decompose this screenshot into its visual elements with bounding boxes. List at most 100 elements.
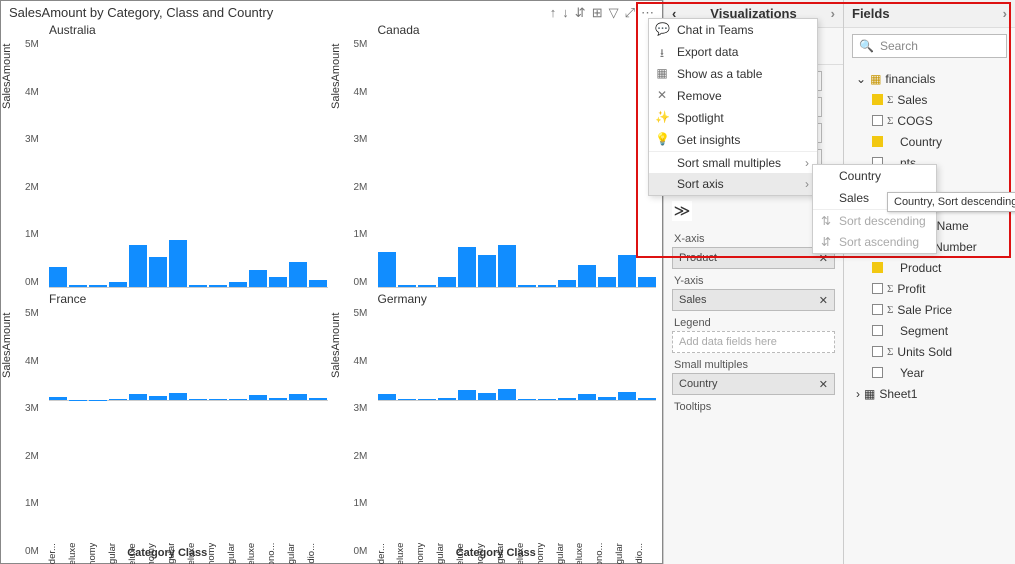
bar[interactable]: [309, 280, 327, 287]
ctx-item[interactable]: ▦Show as a table: [649, 63, 817, 85]
checkbox[interactable]: [872, 283, 883, 294]
field-item[interactable]: Σ Sale Price: [848, 299, 1011, 320]
field-item[interactable]: Country: [848, 131, 1011, 152]
ctx-item[interactable]: 💡Get insights: [649, 129, 817, 151]
bar[interactable]: [398, 285, 416, 287]
expand-icon[interactable]: ⌄: [856, 72, 866, 86]
bar[interactable]: [538, 285, 556, 287]
bar[interactable]: [269, 277, 287, 287]
submenu-sort-descending[interactable]: ⇅Sort descending: [813, 209, 936, 231]
ctx-sort-axis[interactable]: Sort axis: [649, 173, 817, 195]
visual-header-tools[interactable]: ↑ ↓ ⇵ ⊞ ▽ ⤢ ⋯: [550, 5, 654, 21]
small-multiples-well[interactable]: Country✕: [672, 373, 835, 395]
field-item[interactable]: Year: [848, 362, 1011, 383]
bar[interactable]: [518, 399, 536, 400]
focus-icon[interactable]: ⤢: [625, 5, 635, 21]
bar[interactable]: [578, 394, 596, 400]
legend-well[interactable]: Add data fields here: [672, 331, 835, 353]
ctx-item[interactable]: 💬Chat in Teams: [649, 19, 817, 41]
bar[interactable]: [618, 392, 636, 400]
bar[interactable]: [209, 399, 227, 400]
bar[interactable]: [109, 399, 127, 400]
bar[interactable]: [618, 255, 636, 287]
table-node[interactable]: ⌄▦financials: [848, 68, 1011, 89]
bar[interactable]: [129, 245, 147, 287]
bar[interactable]: [578, 265, 596, 287]
vis-type-more-icon[interactable]: ≫: [672, 201, 692, 221]
bar[interactable]: [229, 282, 247, 287]
bar[interactable]: [249, 270, 267, 287]
bar[interactable]: [49, 397, 67, 400]
bar[interactable]: [169, 240, 187, 287]
bar[interactable]: [458, 247, 476, 287]
field-item[interactable]: Σ Sales: [848, 89, 1011, 110]
ctx-sort-small-multiples[interactable]: Sort small multiples: [649, 151, 817, 173]
bar[interactable]: [189, 399, 207, 400]
bar[interactable]: [289, 394, 307, 400]
bar[interactable]: [378, 252, 396, 287]
submenu-sort-ascending[interactable]: ⇵Sort ascending: [813, 231, 936, 253]
drill-up-icon[interactable]: ↑: [550, 5, 557, 21]
submenu-item-country[interactable]: Country: [813, 165, 936, 187]
bar[interactable]: [209, 285, 227, 287]
bar[interactable]: [289, 262, 307, 287]
xaxis-well[interactable]: Product✕: [672, 247, 835, 269]
bar[interactable]: [129, 394, 147, 400]
checkbox[interactable]: [872, 304, 883, 315]
expand-icon[interactable]: ›: [856, 387, 860, 401]
bar[interactable]: [398, 399, 416, 400]
bar[interactable]: [538, 399, 556, 400]
drill-down-icon[interactable]: ↓: [562, 5, 569, 21]
bar[interactable]: [189, 285, 207, 287]
remove-field-icon[interactable]: ✕: [819, 378, 828, 391]
bar[interactable]: [558, 280, 576, 287]
bar[interactable]: [418, 285, 436, 287]
bar[interactable]: [638, 277, 656, 287]
bar[interactable]: [478, 255, 496, 287]
bar[interactable]: [149, 396, 167, 400]
bar[interactable]: [498, 389, 516, 400]
bar[interactable]: [498, 245, 516, 287]
bar[interactable]: [558, 398, 576, 400]
bar[interactable]: [378, 394, 396, 400]
field-item[interactable]: Σ Profit: [848, 278, 1011, 299]
bar[interactable]: [598, 277, 616, 287]
ctx-item[interactable]: ⭳Export data: [649, 41, 817, 63]
bar[interactable]: [89, 285, 107, 287]
expand-icon[interactable]: ⊞: [592, 5, 603, 21]
ctx-item[interactable]: ✕Remove: [649, 85, 817, 107]
bar[interactable]: [49, 267, 67, 287]
checkbox[interactable]: [872, 367, 883, 378]
field-item[interactable]: Σ COGS: [848, 110, 1011, 131]
remove-field-icon[interactable]: ✕: [819, 294, 828, 307]
bar[interactable]: [598, 397, 616, 400]
checkbox[interactable]: [872, 346, 883, 357]
checkbox[interactable]: [872, 94, 883, 105]
filter-icon[interactable]: ▽: [609, 5, 619, 21]
bar[interactable]: [478, 393, 496, 400]
bar[interactable]: [518, 285, 536, 287]
hierarchy-icon[interactable]: ⇵: [575, 5, 586, 21]
bar[interactable]: [638, 398, 656, 400]
bar[interactable]: [249, 395, 267, 400]
expand-pane-icon[interactable]: [831, 6, 835, 21]
checkbox[interactable]: [872, 325, 883, 336]
ctx-item[interactable]: ✨Spotlight: [649, 107, 817, 129]
yaxis-well[interactable]: Sales✕: [672, 289, 835, 311]
bar[interactable]: [229, 399, 247, 400]
checkbox[interactable]: [872, 262, 883, 273]
bar[interactable]: [438, 277, 456, 287]
table-node[interactable]: ›▦Sheet1: [848, 383, 1011, 404]
bar[interactable]: [438, 398, 456, 400]
bar[interactable]: [269, 398, 287, 400]
field-item[interactable]: Product: [848, 257, 1011, 278]
field-item[interactable]: Segment: [848, 320, 1011, 341]
field-item[interactable]: Σ Units Sold: [848, 341, 1011, 362]
checkbox[interactable]: [872, 115, 883, 126]
bar[interactable]: [458, 390, 476, 400]
bar[interactable]: [309, 398, 327, 400]
report-canvas[interactable]: SalesAmount by Category, Class and Count…: [0, 0, 663, 564]
bar[interactable]: [149, 257, 167, 287]
bar[interactable]: [69, 285, 87, 287]
bar[interactable]: [418, 399, 436, 400]
